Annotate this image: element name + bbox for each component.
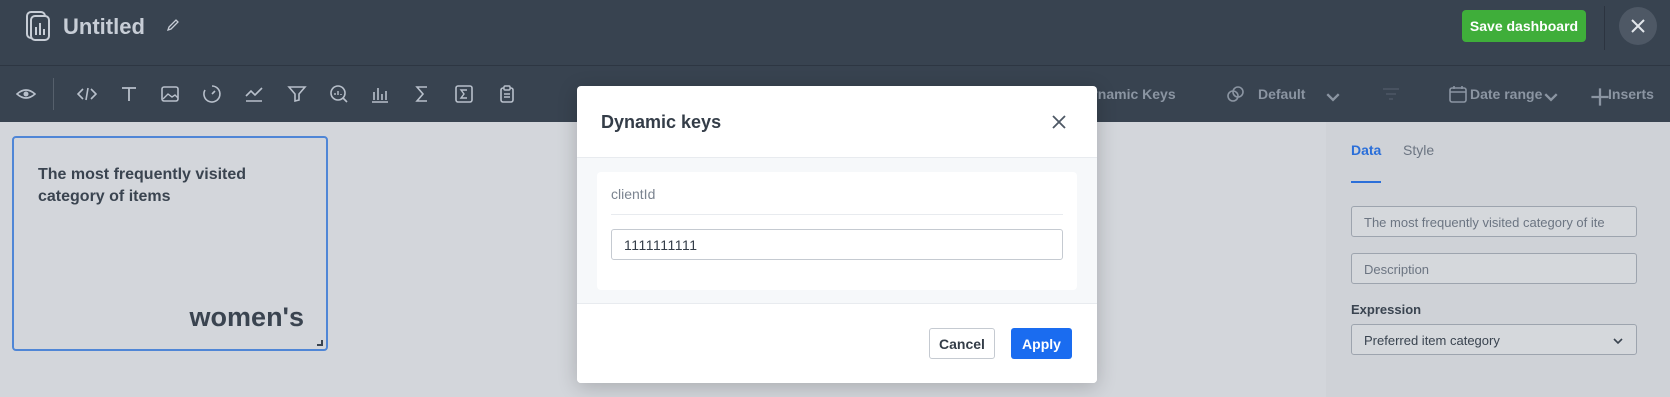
bar-chart-icon[interactable] xyxy=(370,84,390,104)
key-value-input[interactable] xyxy=(611,229,1063,260)
tab-data[interactable]: Data xyxy=(1351,142,1381,158)
tab-style[interactable]: Style xyxy=(1403,142,1434,158)
dynamic-keys-button[interactable]: ynamic Keys xyxy=(1090,86,1176,102)
active-tab-indicator xyxy=(1351,181,1381,183)
close-icon xyxy=(1631,19,1645,33)
chevron-down-icon xyxy=(1613,338,1623,345)
eye-icon[interactable] xyxy=(16,84,36,104)
calendar-icon xyxy=(1449,86,1467,103)
modal-header: Dynamic keys xyxy=(577,86,1097,158)
chevron-down-icon[interactable] xyxy=(1323,87,1343,107)
key-label: clientId xyxy=(611,186,656,202)
theme-icon xyxy=(1227,86,1244,102)
inserts-button[interactable]: Inserts xyxy=(1608,86,1654,102)
widget-value: women's xyxy=(189,302,304,332)
date-chevron-icon[interactable] xyxy=(1541,87,1561,107)
text-icon[interactable] xyxy=(119,84,139,104)
gauge-icon[interactable] xyxy=(202,84,222,104)
modal-body: clientId xyxy=(577,158,1097,304)
expression-select[interactable]: Preferred item category xyxy=(1351,324,1637,355)
plus-icon xyxy=(1591,88,1609,106)
key-card: clientId xyxy=(597,172,1077,290)
modal-title: Dynamic keys xyxy=(601,112,722,132)
edit-title-icon[interactable] xyxy=(166,18,180,32)
card-divider xyxy=(611,214,1063,215)
image-icon[interactable] xyxy=(160,84,180,104)
modal-footer: Cancel Apply xyxy=(577,304,1097,383)
description-field[interactable]: Description xyxy=(1351,253,1637,284)
filter-icon[interactable] xyxy=(287,84,307,104)
dynamic-keys-modal: Dynamic keys clientId Cancel Apply xyxy=(577,86,1097,383)
date-range-button[interactable]: Date range xyxy=(1470,86,1542,102)
clipboard-icon[interactable] xyxy=(497,84,517,104)
toolbar-divider xyxy=(53,78,54,110)
line-chart-icon[interactable] xyxy=(244,84,264,104)
widget-title: The most frequently visited category of … xyxy=(38,166,247,205)
metric-widget[interactable]: The most frequently visited category of … xyxy=(12,136,328,351)
properties-panel: Data Style The most frequently visited c… xyxy=(1326,122,1670,397)
expression-label: Expression xyxy=(1351,302,1422,317)
sum-box-icon[interactable] xyxy=(454,84,474,104)
widget-name-field[interactable]: The most frequently visited category of … xyxy=(1351,206,1637,237)
close-editor-button[interactable] xyxy=(1619,7,1657,45)
logo-icon xyxy=(26,11,50,41)
dashboard-title[interactable]: Untitled xyxy=(63,14,145,40)
cancel-button[interactable]: Cancel xyxy=(929,328,995,359)
header-divider xyxy=(1604,6,1605,50)
close-icon[interactable] xyxy=(1049,112,1069,132)
search-chart-icon[interactable] xyxy=(329,84,349,104)
resize-handle[interactable] xyxy=(317,340,323,346)
code-icon[interactable] xyxy=(77,84,97,104)
sigma-icon[interactable] xyxy=(412,84,432,104)
save-dashboard-button[interactable]: Save dashboard xyxy=(1462,10,1586,42)
theme-select[interactable]: Default xyxy=(1258,86,1305,102)
sort-icon[interactable] xyxy=(1381,84,1401,104)
apply-button[interactable]: Apply xyxy=(1011,328,1072,359)
app-header: Untitled Save dashboard xyxy=(0,0,1670,66)
expression-value: Preferred item category xyxy=(1364,333,1500,348)
